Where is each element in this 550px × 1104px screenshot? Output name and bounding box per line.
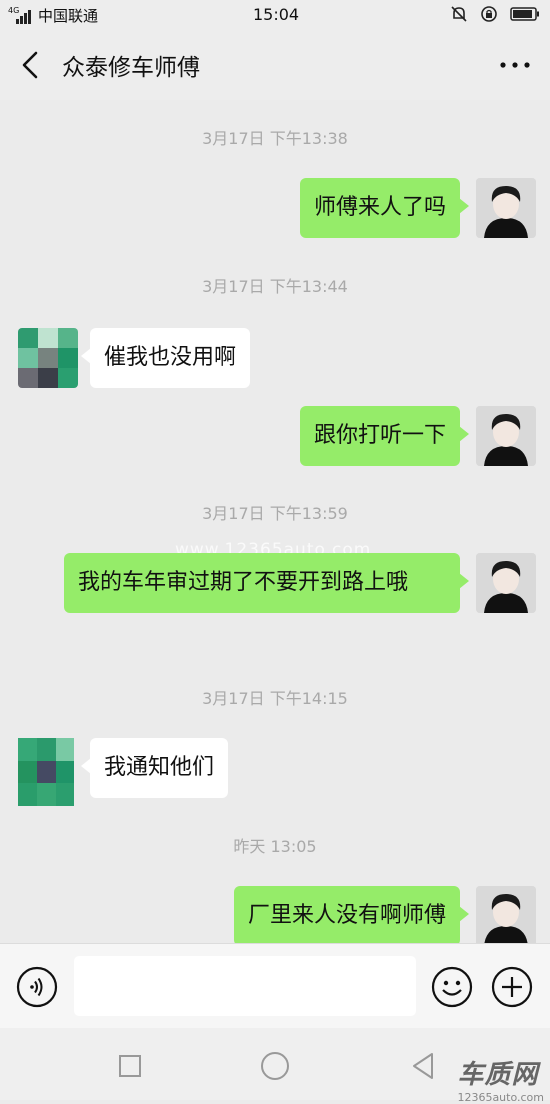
voice-icon: [16, 966, 58, 1008]
rotation-lock-icon: [481, 6, 497, 22]
mute-icon: [451, 6, 467, 22]
home-button[interactable]: [255, 1046, 295, 1086]
message-text: 师傅来人了吗: [313, 195, 446, 220]
my-avatar[interactable]: [476, 406, 536, 466]
message-bubble-sent[interactable]: 师傅来人了吗: [299, 178, 470, 238]
avatar-image: [476, 553, 536, 613]
timestamp: 昨天 13:05: [233, 837, 317, 856]
my-avatar[interactable]: [476, 178, 536, 238]
network-type: 4G: [8, 6, 20, 15]
more-dots-icon: [500, 62, 530, 68]
avatar-image: [476, 406, 536, 466]
message-bubble-received[interactable]: 催我也没用啊: [80, 328, 251, 388]
watermark-logo-text: 车质网: [457, 1060, 539, 1090]
recent-apps-button[interactable]: [110, 1046, 150, 1086]
chevron-left-icon: [22, 51, 38, 79]
watermark-logo-url: 12365auto.com: [457, 1091, 544, 1104]
message-bubble-received[interactable]: 我通知他们: [80, 738, 229, 798]
plus-icon: [491, 966, 533, 1008]
contact-avatar[interactable]: [18, 328, 78, 388]
triangle-back-icon: [413, 1053, 433, 1079]
message-text: 我通知他们: [104, 755, 215, 780]
contact-avatar[interactable]: [18, 738, 74, 806]
status-time: 15:04: [253, 5, 300, 24]
chat-area[interactable]: 3月17日 下午13:38 师傅来人了吗 3月17日 下午13:44 催我也没用…: [0, 100, 550, 943]
message-text: 厂里来人没有啊师傅: [247, 903, 446, 928]
more-functions-button[interactable]: [490, 965, 534, 1009]
battery-icon: [510, 7, 539, 21]
message-bubble-sent[interactable]: 我的车年审过期了不要开到路上哦: [64, 553, 469, 613]
chat-header: 众泰修车师傅: [0, 30, 550, 100]
chat-title: 众泰修车师傅: [62, 55, 200, 81]
my-avatar[interactable]: [476, 553, 536, 613]
avatar-image: [476, 886, 536, 943]
message-bubble-sent[interactable]: 跟你打听一下: [299, 406, 470, 466]
timestamp: 3月17日 下午13:59: [202, 504, 348, 523]
status-bar: 4G 中国联通 15:04: [0, 0, 550, 30]
circle-icon: [261, 1052, 289, 1080]
emoji-button[interactable]: [430, 965, 474, 1009]
timestamp: 3月17日 下午13:38: [202, 129, 348, 148]
back-button[interactable]: [14, 48, 48, 82]
input-bar: [0, 943, 550, 1029]
square-icon: [119, 1055, 141, 1077]
message-text: 我的车年审过期了不要开到路上哦: [78, 570, 409, 595]
avatar-image: [476, 178, 536, 238]
emoji-icon: [431, 966, 473, 1008]
signal-icon: 4G: [8, 6, 34, 24]
carrier-name: 中国联通: [38, 7, 99, 25]
my-avatar[interactable]: [476, 886, 536, 943]
more-button[interactable]: [498, 52, 532, 78]
watermark-logo: 车质网 12365auto.com: [457, 1054, 544, 1104]
avatar-image: [18, 328, 78, 388]
system-nav-bar: 车质网 12365auto.com: [0, 1028, 550, 1104]
avatar-image: [18, 738, 74, 806]
status-icons: [450, 5, 540, 23]
timestamp: 3月17日 下午14:15: [202, 689, 348, 708]
voice-button[interactable]: [15, 965, 59, 1009]
message-bubble-sent[interactable]: 厂里来人没有啊师傅: [233, 886, 470, 943]
back-nav-button[interactable]: [404, 1046, 444, 1086]
message-input[interactable]: [74, 956, 416, 1016]
message-text: 催我也没用啊: [104, 345, 237, 370]
timestamp: 3月17日 下午13:44: [202, 277, 348, 296]
message-text: 跟你打听一下: [313, 423, 446, 448]
